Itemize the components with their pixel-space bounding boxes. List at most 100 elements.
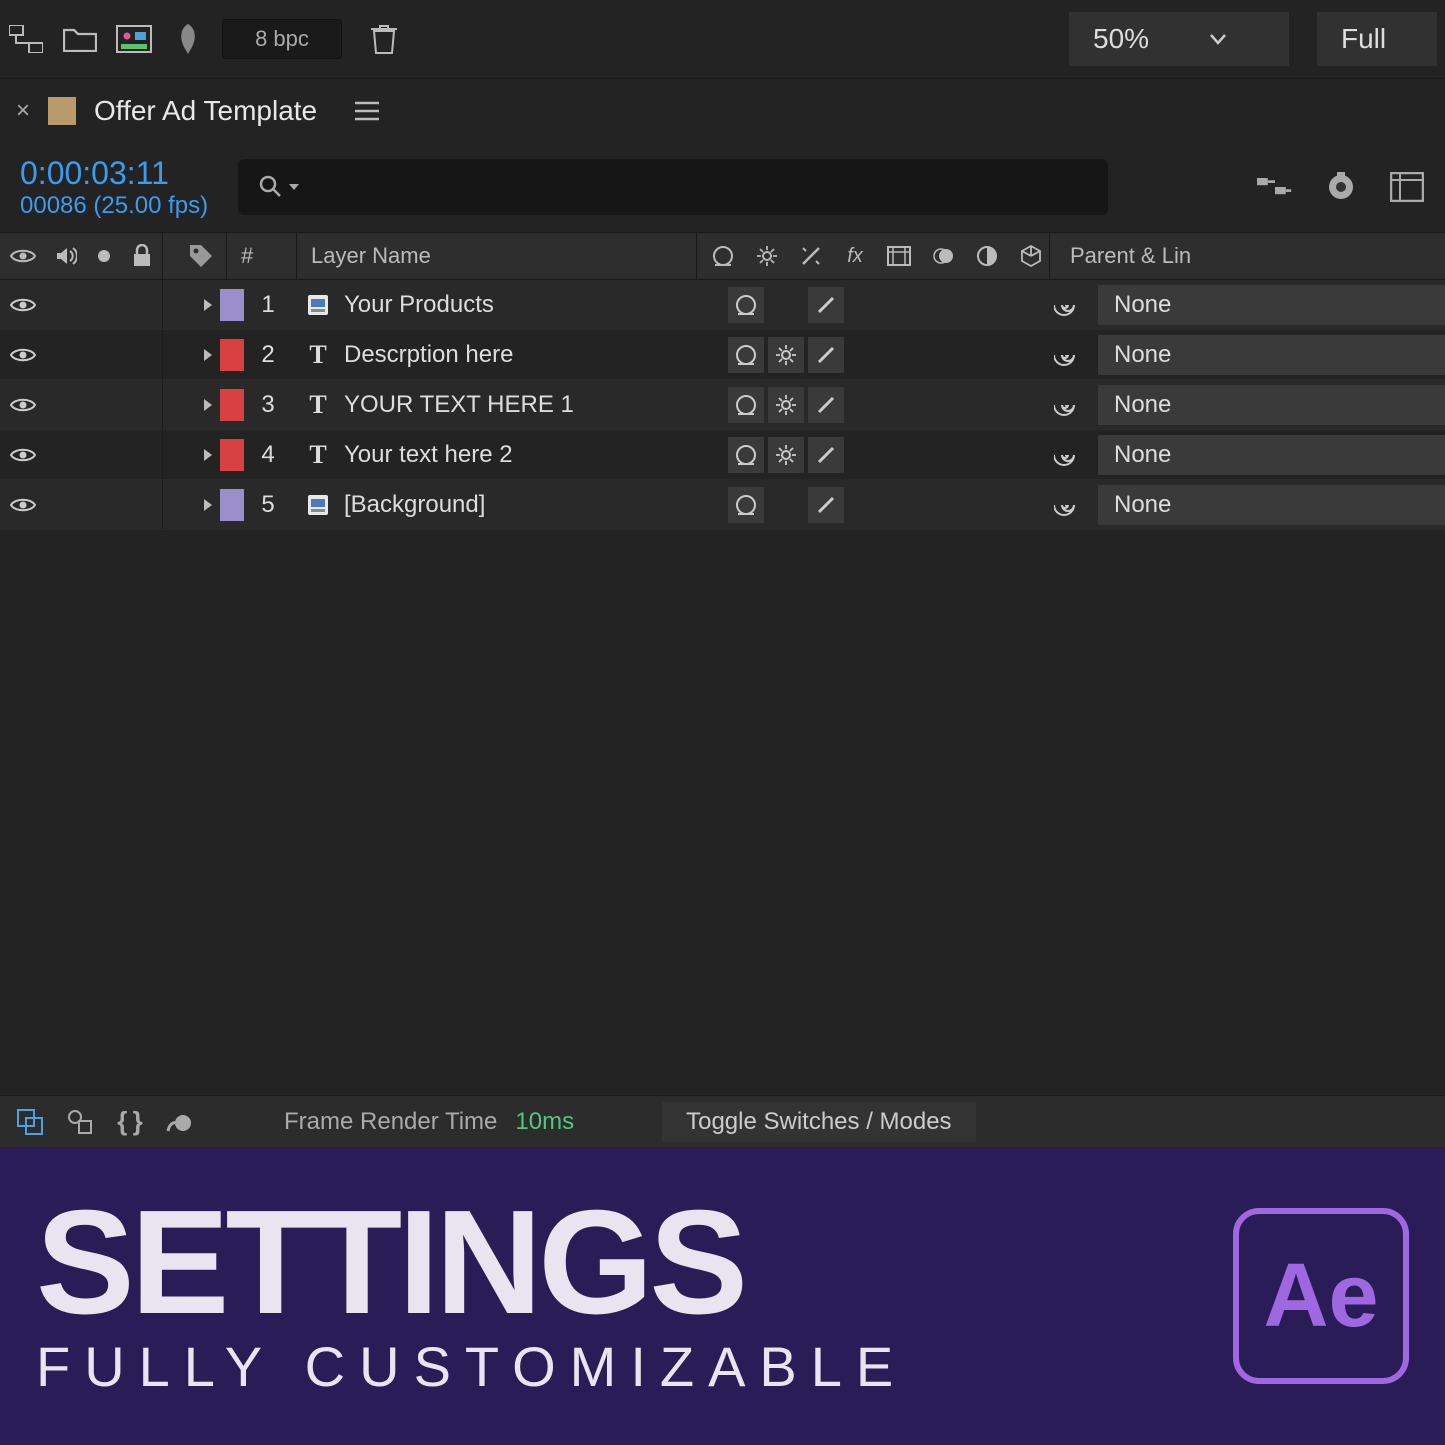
layer-color-swatch[interactable]: [220, 439, 244, 471]
collapse-switch[interactable]: [768, 487, 804, 523]
visibility-header-icon[interactable]: [10, 247, 36, 265]
layer-name[interactable]: Your text here 2: [344, 441, 724, 469]
visibility-toggle[interactable]: [0, 396, 46, 414]
3d-switch[interactable]: [1008, 437, 1044, 473]
quality-switch[interactable]: [808, 487, 844, 523]
expand-toggle[interactable]: [176, 347, 220, 363]
timecode-sub[interactable]: 00086 (25.00 fps): [20, 192, 208, 220]
parent-pickwhip-icon[interactable]: [1054, 342, 1080, 368]
motionblur-header-icon[interactable]: [925, 238, 961, 274]
layer-color-swatch[interactable]: [220, 289, 244, 321]
parent-dropdown[interactable]: None: [1098, 335, 1445, 375]
close-tab-icon[interactable]: ×: [16, 97, 30, 125]
column-parent-header[interactable]: Parent & Lin: [1049, 233, 1445, 279]
fx-switch[interactable]: [848, 287, 884, 323]
render-queue-icon[interactable]: [1323, 169, 1359, 205]
toggle-switches-button[interactable]: Toggle Switches / Modes: [662, 1102, 975, 1142]
column-number-header[interactable]: #: [226, 233, 296, 279]
visibility-toggle[interactable]: [0, 296, 46, 314]
fx-switch[interactable]: [848, 487, 884, 523]
3d-switch[interactable]: [1008, 287, 1044, 323]
fx-header-icon[interactable]: fx: [837, 238, 873, 274]
timecode-main[interactable]: 0:00:03:11: [20, 155, 208, 192]
3d-switch[interactable]: [1008, 337, 1044, 373]
collapse-switch[interactable]: [768, 387, 804, 423]
label-header-icon[interactable]: [188, 243, 214, 269]
shapes-footer-icon[interactable]: [64, 1106, 96, 1138]
shy-switch[interactable]: [728, 287, 764, 323]
adjustment-header-icon[interactable]: [969, 238, 1005, 274]
motionblur-switch[interactable]: [928, 337, 964, 373]
visibility-toggle[interactable]: [0, 346, 46, 364]
parent-pickwhip-icon[interactable]: [1054, 492, 1080, 518]
expand-toggle[interactable]: [176, 497, 220, 513]
quality-switch[interactable]: [808, 337, 844, 373]
bit-depth-selector[interactable]: 8 bpc: [222, 19, 342, 59]
comp-flowchart-icon[interactable]: [1389, 169, 1425, 205]
layer-color-swatch[interactable]: [220, 339, 244, 371]
layer-row[interactable]: 4TYour text here 2None: [0, 430, 1445, 480]
braces-icon[interactable]: { }: [114, 1106, 146, 1138]
motionblur-switch[interactable]: [928, 287, 964, 323]
panel-menu-icon[interactable]: [349, 93, 385, 129]
fx-switch[interactable]: [848, 437, 884, 473]
adjustment-switch[interactable]: [968, 287, 1004, 323]
layer-row[interactable]: 1Your ProductsNone: [0, 280, 1445, 330]
parent-pickwhip-icon[interactable]: [1054, 292, 1080, 318]
shy-switch[interactable]: [728, 387, 764, 423]
quality-header-icon[interactable]: [793, 238, 829, 274]
layer-color-swatch[interactable]: [220, 489, 244, 521]
frameblend-switch[interactable]: [888, 337, 924, 373]
motionblur-switch[interactable]: [928, 487, 964, 523]
rocket-icon[interactable]: [170, 21, 206, 57]
fx-switch[interactable]: [848, 387, 884, 423]
composite-icon[interactable]: [14, 1106, 46, 1138]
parent-dropdown[interactable]: None: [1098, 285, 1445, 325]
shy-switch[interactable]: [728, 337, 764, 373]
zoom-dropdown[interactable]: 50%: [1069, 12, 1289, 66]
visibility-toggle[interactable]: [0, 446, 46, 464]
layer-name[interactable]: YOUR TEXT HERE 1: [344, 391, 724, 419]
adjustment-switch[interactable]: [968, 437, 1004, 473]
collapse-header-icon[interactable]: [749, 238, 785, 274]
layer-name[interactable]: [Background]: [344, 491, 724, 519]
layer-name[interactable]: Your Products: [344, 291, 724, 319]
visibility-toggle[interactable]: [0, 496, 46, 514]
collapse-switch[interactable]: [768, 337, 804, 373]
motionblur-switch[interactable]: [928, 387, 964, 423]
parent-dropdown[interactable]: None: [1098, 385, 1445, 425]
trash-icon[interactable]: [366, 21, 402, 57]
shy-switch[interactable]: [728, 487, 764, 523]
parent-dropdown[interactable]: None: [1098, 435, 1445, 475]
3d-switch[interactable]: [1008, 387, 1044, 423]
collapse-switch[interactable]: [768, 437, 804, 473]
frameblend-switch[interactable]: [888, 487, 924, 523]
3d-header-icon[interactable]: [1013, 238, 1049, 274]
adjustment-switch[interactable]: [968, 487, 1004, 523]
comp-tab-title[interactable]: Offer Ad Template: [94, 95, 317, 127]
layer-row[interactable]: 2TDescrption hereNone: [0, 330, 1445, 380]
frameblend-header-icon[interactable]: [881, 238, 917, 274]
parent-dropdown[interactable]: None: [1098, 485, 1445, 525]
graph-editor-icon[interactable]: [1257, 169, 1293, 205]
expand-toggle[interactable]: [176, 297, 220, 313]
layer-color-swatch[interactable]: [220, 389, 244, 421]
flowchart-icon[interactable]: [8, 21, 44, 57]
shy-switch[interactable]: [728, 437, 764, 473]
layer-row[interactable]: 3TYOUR TEXT HERE 1None: [0, 380, 1445, 430]
solo-header-icon[interactable]: [96, 248, 112, 264]
adjustment-switch[interactable]: [968, 387, 1004, 423]
fx-switch[interactable]: [848, 337, 884, 373]
frameblend-switch[interactable]: [888, 387, 924, 423]
snail-icon[interactable]: [164, 1106, 196, 1138]
frameblend-switch[interactable]: [888, 287, 924, 323]
expand-toggle[interactable]: [176, 397, 220, 413]
layer-name[interactable]: Descrption here: [344, 341, 724, 369]
3d-switch[interactable]: [1008, 487, 1044, 523]
resolution-dropdown[interactable]: Full: [1317, 12, 1437, 66]
lock-header-icon[interactable]: [132, 244, 152, 268]
layer-row[interactable]: 5[Background]None: [0, 480, 1445, 530]
motionblur-switch[interactable]: [928, 437, 964, 473]
audio-header-icon[interactable]: [55, 245, 77, 267]
collapse-switch[interactable]: [768, 287, 804, 323]
